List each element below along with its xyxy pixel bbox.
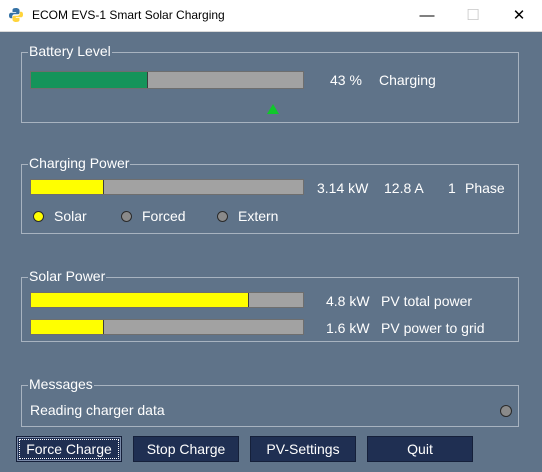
pv-grid-power-label: PV power to grid [381, 320, 485, 336]
pv-total-power-bar [30, 292, 304, 308]
force-charge-button[interactable]: Force Charge [16, 436, 122, 462]
charging-current-value: 12.8 A [384, 180, 424, 196]
pv-grid-power-fill [31, 320, 105, 334]
quit-button[interactable]: Quit [367, 436, 473, 462]
forced-mode-label: Forced [142, 208, 186, 224]
charging-indicator-icon [267, 104, 279, 114]
extern-mode-label: Extern [238, 208, 279, 224]
phase-count: 1 [448, 180, 456, 196]
message-status-indicator-icon [500, 405, 512, 417]
battery-level-group: Battery Level 43 % Charging [21, 43, 519, 123]
title-bar: ECOM EVS-1 Smart Solar Charging — ☐ ✕ [0, 0, 542, 32]
solar-power-label: Solar Power [28, 268, 107, 284]
battery-percent: 43 % [330, 72, 362, 88]
close-button[interactable]: ✕ [496, 0, 542, 31]
pv-grid-power-value: 1.6 kW [326, 320, 370, 336]
battery-level-bar [30, 71, 304, 89]
solar-mode-indicator-icon [33, 211, 44, 222]
pv-total-power-label: PV total power [381, 293, 473, 309]
solar-power-group: Solar Power 4.8 kW PV total power 1.6 kW… [21, 268, 519, 342]
pv-total-power-value: 4.8 kW [326, 293, 370, 309]
extern-mode-indicator-icon [217, 211, 228, 222]
pv-grid-power-bar [30, 319, 304, 335]
charging-power-label: Charging Power [28, 155, 131, 171]
solar-mode-label: Solar [54, 208, 87, 224]
charging-power-group: Charging Power 3.14 kW 12.8 A 1 Phase So… [21, 155, 519, 234]
charging-power-value: 3.14 kW [317, 180, 369, 196]
stop-charge-button[interactable]: Stop Charge [133, 436, 239, 462]
message-text: Reading charger data [30, 402, 165, 418]
battery-status: Charging [379, 72, 436, 88]
phase-label: Phase [465, 180, 505, 196]
charging-power-fill [31, 180, 105, 194]
pv-settings-button[interactable]: PV-Settings [250, 436, 356, 462]
battery-level-fill [31, 72, 148, 88]
forced-mode-indicator-icon [121, 211, 132, 222]
messages-group: Messages Reading charger data [21, 376, 519, 427]
pv-total-power-fill [31, 293, 249, 307]
minimize-button[interactable]: — [404, 0, 450, 31]
battery-level-label: Battery Level [28, 43, 112, 59]
python-app-icon [9, 8, 23, 22]
charging-power-bar [30, 179, 304, 195]
messages-label: Messages [28, 376, 94, 392]
maximize-button[interactable]: ☐ [450, 0, 496, 31]
window-title: ECOM EVS-1 Smart Solar Charging [32, 8, 225, 22]
